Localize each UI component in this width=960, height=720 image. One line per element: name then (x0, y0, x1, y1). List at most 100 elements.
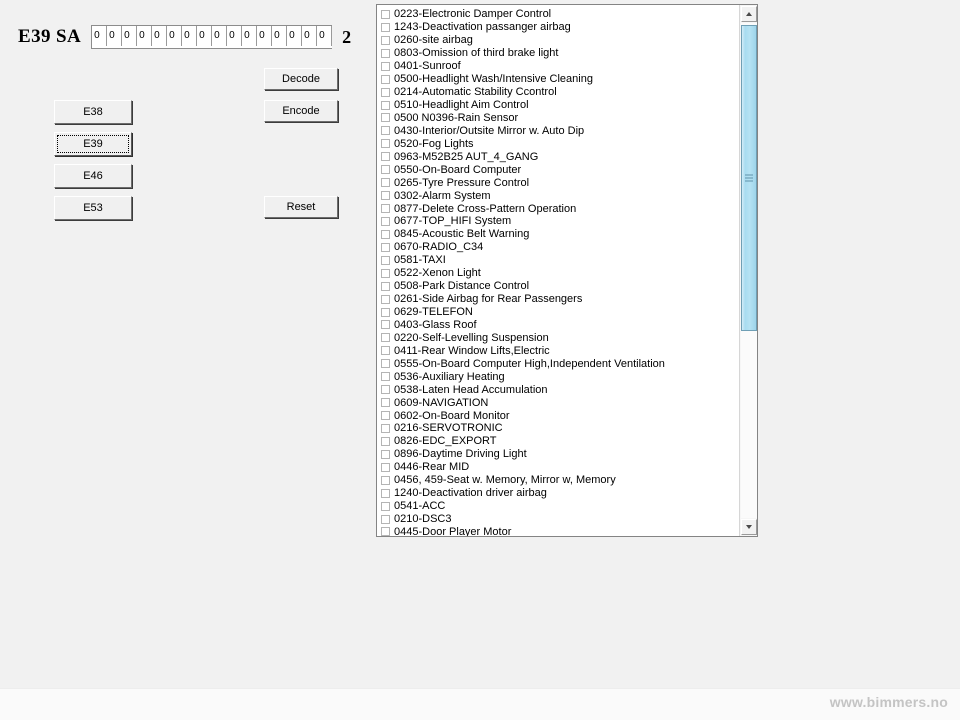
decode-button[interactable]: Decode (264, 68, 338, 90)
checkbox-0401[interactable] (381, 61, 390, 71)
sa-code-field-5[interactable] (152, 26, 168, 46)
sa-option-row[interactable]: 0581-TAXI (381, 254, 739, 267)
sa-option-row[interactable]: 0508-Park Distance Control (381, 280, 739, 293)
sa-option-row[interactable]: 0845-Acoustic Belt Warning (381, 228, 739, 241)
sa-code-field-14[interactable] (287, 26, 303, 46)
checkbox-0896[interactable] (381, 449, 390, 459)
reset-button[interactable]: Reset (264, 196, 338, 218)
sa-code-field-7[interactable] (182, 26, 198, 46)
checkbox-1243[interactable] (381, 22, 390, 32)
checkbox-0220[interactable] (381, 333, 390, 343)
sa-option-row[interactable]: 0522-Xenon Light (381, 267, 739, 280)
sa-option-row[interactable]: 1243-Deactivation passanger airbag (381, 21, 739, 34)
sa-option-row[interactable]: 0538-Laten Head Accumulation (381, 383, 739, 396)
sa-option-row[interactable]: 0550-On-Board Computer (381, 163, 739, 176)
checkbox-0826[interactable] (381, 436, 390, 446)
sa-list-vertical-scrollbar[interactable] (739, 5, 757, 536)
sa-option-row[interactable]: 0555-On-Board Computer High,Independent … (381, 357, 739, 370)
sa-option-row[interactable]: 0411-Rear Window Lifts,Electric (381, 344, 739, 357)
sa-option-row[interactable]: 0446-Rear MID (381, 461, 739, 474)
sa-option-row[interactable]: 0220-Self-Levelling Suspension (381, 331, 739, 344)
checkbox-1240[interactable] (381, 488, 390, 498)
sa-option-row[interactable]: 0602-On-Board Monitor (381, 409, 739, 422)
sa-option-row[interactable]: 0265-Tyre Pressure Control (381, 176, 739, 189)
sa-code-field-8[interactable] (197, 26, 213, 46)
checkbox-0210[interactable] (381, 514, 390, 524)
sa-option-listbox[interactable]: 0223-Electronic Damper Control 1243-Deact… (376, 4, 758, 537)
sa-option-row[interactable]: 0456, 459-Seat w. Memory, Mirror w, Memo… (381, 474, 739, 487)
sa-code-field-15[interactable] (302, 26, 318, 46)
sa-option-row[interactable]: 0536-Auxiliary Heating (381, 370, 739, 383)
checkbox-0500[interactable] (381, 74, 390, 84)
sa-option-row[interactable]: 0500-Headlight Wash/Intensive Cleaning (381, 73, 739, 86)
checkbox-0555[interactable] (381, 359, 390, 369)
sa-option-row[interactable]: 0302-Alarm System (381, 189, 739, 202)
checkbox-0500[interactable] (381, 113, 390, 123)
checkbox-0508[interactable] (381, 281, 390, 291)
checkbox-0877[interactable] (381, 204, 390, 214)
sa-code-field-10[interactable] (227, 26, 243, 46)
sa-option-row[interactable]: 0520-Fog Lights (381, 137, 739, 150)
checkbox-0538[interactable] (381, 385, 390, 395)
checkbox-0845[interactable] (381, 229, 390, 239)
checkbox-0261[interactable] (381, 294, 390, 304)
sa-option-row[interactable]: 0223-Electronic Damper Control (381, 8, 739, 21)
scroll-down-button[interactable] (741, 519, 757, 535)
sa-code-field-11[interactable] (242, 26, 258, 46)
sa-option-row[interactable]: 0261-Side Airbag for Rear Passengers (381, 293, 739, 306)
checkbox-0411[interactable] (381, 346, 390, 356)
checkbox-0223[interactable] (381, 9, 390, 19)
model-button-e38[interactable]: E38 (54, 100, 132, 124)
sa-option-row[interactable]: 0401-Sunroof (381, 60, 739, 73)
sa-option-row[interactable]: 0430-Interior/Outsite Mirror w. Auto Dip (381, 124, 739, 137)
sa-code-field-4[interactable] (137, 26, 153, 46)
sa-option-row[interactable]: 0210-DSC3 (381, 513, 739, 526)
sa-option-row[interactable]: 0445-Door Player Motor (381, 526, 739, 536)
sa-option-row[interactable]: 0826-EDC_EXPORT (381, 435, 739, 448)
sa-code-field-16[interactable] (317, 26, 333, 46)
sa-code-field-12[interactable] (257, 26, 273, 46)
sa-option-row[interactable]: 0629-TELEFON (381, 306, 739, 319)
checkbox-0629[interactable] (381, 307, 390, 317)
checkbox-0260[interactable] (381, 35, 390, 45)
sa-option-row[interactable]: 0403-Glass Roof (381, 319, 739, 332)
scrollbar-thumb[interactable] (741, 25, 757, 331)
scroll-up-button[interactable] (741, 6, 757, 22)
sa-code-field-3[interactable] (122, 26, 138, 46)
checkbox-0609[interactable] (381, 398, 390, 408)
sa-option-row[interactable]: 0216-SERVOTRONIC (381, 422, 739, 435)
sa-option-row[interactable]: 0963-M52B25 AUT_4_GANG (381, 150, 739, 163)
checkbox-0520[interactable] (381, 139, 390, 149)
sa-option-row[interactable]: 1240-Deactivation driver airbag (381, 487, 739, 500)
checkbox-0536[interactable] (381, 372, 390, 382)
checkbox-0803[interactable] (381, 48, 390, 58)
checkbox-0522[interactable] (381, 268, 390, 278)
checkbox-0510[interactable] (381, 100, 390, 110)
checkbox-0677[interactable] (381, 216, 390, 226)
checkbox-0265[interactable] (381, 178, 390, 188)
sa-option-row[interactable]: 0510-Headlight Aim Control (381, 99, 739, 112)
checkbox-0214[interactable] (381, 87, 390, 97)
model-button-e53[interactable]: E53 (54, 196, 132, 220)
sa-option-row[interactable]: 0541-ACC (381, 500, 739, 513)
sa-option-row[interactable]: 0260-site airbag (381, 34, 739, 47)
encode-button[interactable]: Encode (264, 100, 338, 122)
checkbox-0403[interactable] (381, 320, 390, 330)
sa-option-row[interactable]: 0214-Automatic Stability Ccontrol (381, 86, 739, 99)
checkbox-0541[interactable] (381, 501, 390, 511)
sa-code-field-13[interactable] (272, 26, 288, 46)
checkbox-0963[interactable] (381, 152, 390, 162)
checkbox-0430[interactable] (381, 126, 390, 136)
checkbox-0446[interactable] (381, 462, 390, 472)
model-button-e39[interactable]: E39 (54, 132, 132, 156)
checkbox-0302[interactable] (381, 191, 390, 201)
sa-code-field-1[interactable] (92, 26, 108, 46)
sa-option-row[interactable]: 0803-Omission of third brake light (381, 47, 739, 60)
checkbox-0602[interactable] (381, 411, 390, 421)
checkbox-0550[interactable] (381, 165, 390, 175)
sa-option-row[interactable]: 0500 N0396-Rain Sensor (381, 112, 739, 125)
sa-option-row[interactable]: 0609-NAVIGATION (381, 396, 739, 409)
sa-code-field-9[interactable] (212, 26, 228, 46)
sa-option-row[interactable]: 0670-RADIO_C34 (381, 241, 739, 254)
checkbox-0456[interactable] (381, 475, 390, 485)
